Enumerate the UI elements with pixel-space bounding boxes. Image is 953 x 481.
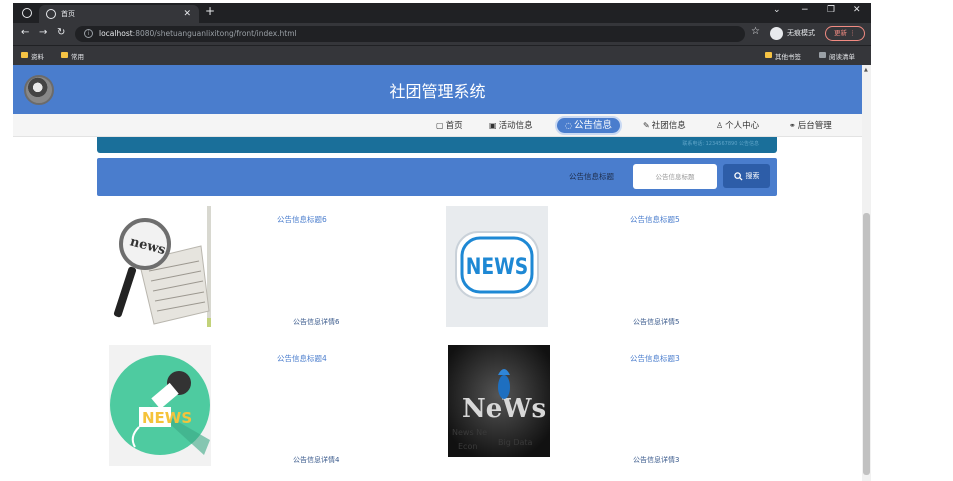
forward-button[interactable]: →: [39, 27, 47, 38]
search-button[interactable]: 搜索: [723, 164, 770, 188]
back-button[interactable]: ←: [21, 27, 29, 38]
reload-button[interactable]: ↻: [57, 27, 65, 38]
screen: { "browser": { "tab_title": "首页", "url_h…: [0, 0, 953, 481]
tab-search-icon[interactable]: ⌄: [773, 5, 781, 15]
notice-title[interactable]: 公告信息标题4: [277, 353, 327, 364]
browser-menu-icon[interactable]: [22, 8, 32, 18]
update-button[interactable]: 更新 ⋮: [825, 26, 865, 41]
notice-title[interactable]: 公告信息标题6: [277, 214, 327, 225]
nav-item-profile[interactable]: ♙ 个人中心: [716, 119, 759, 132]
address-bar[interactable]: i localhost:8080/shetuanguanlixitong/fro…: [75, 26, 745, 42]
notice-detail: 公告信息详情6: [293, 318, 340, 326]
url-path: :8080/shetuanguanlixitong/front/index.ht…: [132, 29, 297, 38]
nav-item-home[interactable]: ▢ 首页: [436, 119, 463, 132]
minimize-button[interactable]: −: [801, 5, 809, 15]
bookmark-folder-ziliao[interactable]: 资料: [21, 51, 44, 61]
svg-text:NEWS: NEWS: [466, 254, 528, 280]
nav-item-notices[interactable]: ◌ 公告信息: [555, 116, 622, 135]
browser-window-chrome: 首页 ✕ + ⌄ − ❐ ✕ ← → ↻ i localhost:8080/sh…: [13, 3, 871, 65]
search-input[interactable]: [633, 164, 717, 189]
main-nav: ▢ 首页 ▣ 活动信息 ◌ 公告信息 ✎ 社团信息 ♙ 个人中心 ⚭ 后台管理: [13, 114, 862, 137]
nav-item-admin[interactable]: ⚭ 后台管理: [789, 119, 832, 132]
browser-toolbar: ← → ↻ i localhost:8080/shetuanguanlixito…: [13, 23, 871, 45]
page-viewport: 社团管理系统 ▢ 首页 ▣ 活动信息 ◌ 公告信息 ✎ 社团信息 ♙ 个人中心 ⚭ 后台管理…: [13, 65, 871, 481]
bookmark-folder-other[interactable]: 其他书签: [765, 51, 801, 61]
browser-tab[interactable]: 首页 ✕: [39, 5, 199, 23]
link-icon: ⚭: [789, 120, 796, 130]
nav-item-activities[interactable]: ▣ 活动信息: [489, 119, 533, 132]
page-title: 社团管理系统: [389, 82, 486, 101]
globe-icon: [46, 9, 56, 19]
incognito-label: 无痕模式: [787, 29, 815, 37]
notice-detail: 公告信息详情5: [633, 318, 680, 326]
nav-item-clubs[interactable]: ✎ 社团信息: [643, 119, 686, 132]
notice-card[interactable]: NEWS 公告信息标题4 公告信息详情4: [97, 345, 427, 475]
notice-title[interactable]: 公告信息标题5: [630, 214, 680, 225]
notice-card[interactable]: NEWS 公告信息标题5 公告信息详情5: [434, 206, 764, 336]
incognito-icon: [770, 27, 783, 40]
folder-icon: [61, 52, 68, 58]
url-host: localhost: [99, 29, 133, 38]
microphone-news-image: NEWS: [109, 345, 211, 466]
search-bar: 公告信息标题 搜索: [97, 158, 777, 196]
svg-text:News Ne: News Ne: [452, 428, 487, 437]
svg-text:NEWS: NEWS: [142, 409, 192, 427]
notice-detail: 公告信息详情4: [293, 456, 340, 464]
notice-title[interactable]: 公告信息标题3: [630, 353, 680, 364]
banner-right-text: 联系电话: 1234567890 公告信息: [682, 141, 759, 147]
edit-icon: ✎: [643, 120, 650, 130]
reading-list-button[interactable]: 阅读清单: [819, 51, 855, 61]
user-icon: ♙: [716, 120, 724, 130]
close-tab-icon[interactable]: ✕: [183, 5, 191, 23]
dark-news-image: News Ne Big Data Econ NeWs: [448, 345, 550, 457]
tab-title: 首页: [61, 10, 75, 18]
bell-icon: ◌: [565, 121, 572, 130]
close-window-button[interactable]: ✕: [853, 5, 861, 15]
page-scrollbar[interactable]: ▲: [862, 65, 871, 481]
new-tab-button[interactable]: +: [205, 4, 215, 18]
notice-card[interactable]: News Ne Big Data Econ NeWs 公告信息标题3 公告信息详情3: [434, 345, 764, 475]
banner-strip: 联系电话: 1234567890 公告信息: [97, 137, 777, 153]
search-label: 公告信息标题: [569, 172, 614, 181]
svg-text:Big Data: Big Data: [498, 438, 533, 447]
bookmark-star-icon[interactable]: ☆: [751, 26, 760, 37]
scroll-up-icon[interactable]: ▲: [864, 67, 868, 73]
bookmarks-bar: 资料 常用 其他书签 阅读清单: [13, 45, 871, 65]
folder-icon: [21, 52, 28, 58]
news-badge-image: NEWS: [446, 206, 548, 327]
calendar-icon: ▣: [489, 120, 497, 130]
folder-icon: [765, 52, 772, 58]
restore-button[interactable]: ❐: [827, 5, 835, 15]
notice-card[interactable]: news 公告信息标题6 公告信息详情6: [97, 206, 427, 336]
bookmark-folder-changyong[interactable]: 常用: [61, 51, 84, 61]
tab-strip: 首页 ✕ + ⌄ − ❐ ✕: [13, 3, 871, 23]
site-info-icon[interactable]: i: [84, 29, 93, 38]
magnifier-news-image: news: [109, 206, 211, 327]
home-icon: ▢: [436, 120, 444, 130]
scrollbar-thumb[interactable]: [863, 213, 870, 475]
reading-list-icon: [819, 52, 826, 58]
svg-text:Econ: Econ: [458, 442, 477, 451]
site-header: 社团管理系统: [13, 65, 862, 114]
notice-detail: 公告信息详情3: [633, 456, 680, 464]
search-icon: [733, 171, 743, 181]
